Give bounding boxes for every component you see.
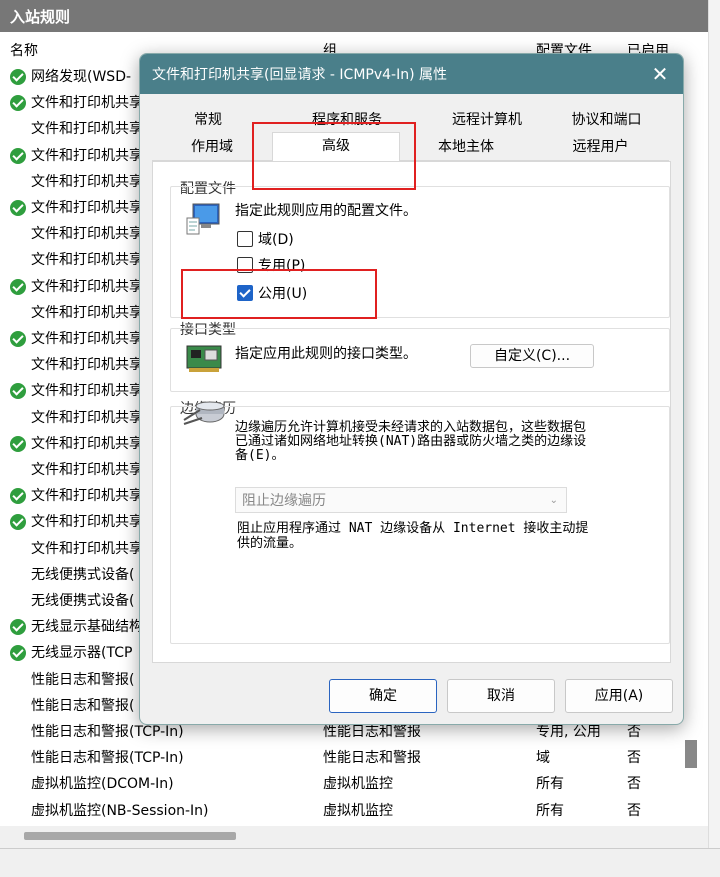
enabled-check-icon bbox=[10, 514, 26, 531]
cell-group: 虚拟机监控 bbox=[323, 776, 393, 793]
tab-protocols-ports[interactable]: 协议和端口 bbox=[544, 107, 669, 134]
table-row[interactable]: 虚拟机监控(DCOM-In) 虚拟机监控 所有 否 bbox=[0, 771, 708, 797]
chevron-down-icon: ⌄ bbox=[549, 495, 558, 506]
inbound-rules-header: 入站规则 bbox=[0, 0, 708, 32]
cell-group: 虚拟机监控 bbox=[323, 802, 393, 819]
cell-name: 文件和打印机共享 bbox=[31, 95, 143, 112]
enabled-check-icon bbox=[10, 435, 26, 452]
edge-traversal-select-value: 阻止边缘遍历 bbox=[242, 493, 326, 509]
horizontal-scrollbar-thumb[interactable] bbox=[24, 832, 236, 840]
cell-name: 文件和打印机共享 bbox=[31, 409, 143, 426]
cell-enabled: 否 bbox=[627, 776, 641, 793]
cell-name: 文件和打印机共享 bbox=[31, 383, 143, 400]
customize-button[interactable]: 自定义(C)... bbox=[470, 344, 594, 368]
enabled-check-icon bbox=[10, 200, 26, 216]
profiles-description: 指定此规则应用的配置文件。 bbox=[235, 203, 417, 219]
cell-name: 文件和打印机共享 bbox=[31, 514, 143, 531]
enabled-check-icon bbox=[10, 331, 26, 347]
cell-name: 文件和打印机共享 bbox=[31, 173, 143, 190]
cell-name: 网络发现(WSD- bbox=[31, 69, 132, 85]
enabled-check-icon bbox=[10, 619, 26, 636]
dialog-title: 文件和打印机共享(回显请求 - ICMPv4-In) 属性 bbox=[140, 54, 683, 94]
table-row[interactable]: 虚拟机监控(NB-Session-In) 虚拟机监控 所有 否 bbox=[0, 798, 708, 824]
cell-group: 性能日志和警报 bbox=[323, 750, 421, 767]
cell-name: 性能日志和警报( bbox=[31, 697, 135, 714]
enabled-check-icon bbox=[10, 278, 26, 295]
tab-remote-computers[interactable]: 远程计算机 bbox=[430, 107, 544, 134]
computer-icon bbox=[185, 200, 223, 238]
cell-profile: 所有 bbox=[536, 802, 564, 819]
highlight-advanced-tab bbox=[252, 122, 416, 190]
domain-checkbox[interactable] bbox=[237, 231, 253, 247]
cell-name: 文件和打印机共享 bbox=[31, 304, 143, 321]
cell-name: 无线便携式设备( bbox=[31, 566, 135, 583]
cell-profile: 域 bbox=[536, 750, 550, 767]
cell-name: 无线便携式设备( bbox=[31, 593, 135, 609]
edge-device-icon bbox=[182, 398, 226, 430]
close-icon[interactable]: ✕ bbox=[645, 60, 675, 88]
cell-name: 文件和打印机共享 bbox=[31, 331, 143, 347]
domain-checkbox-label[interactable]: 域(D) bbox=[258, 229, 294, 249]
cell-name: 文件和打印机共享 bbox=[31, 278, 143, 295]
edge-note: 阻止应用程序通过 NAT 边缘设备从 Internet 接收主动提供的流量。 bbox=[237, 521, 589, 551]
column-header-name[interactable]: 名称 bbox=[10, 40, 38, 60]
cell-enabled: 否 bbox=[627, 802, 641, 819]
highlight-public-checkbox bbox=[181, 269, 377, 319]
enabled-check-icon bbox=[10, 488, 26, 505]
cell-name: 虚拟机监控(NB-Session-In) bbox=[31, 802, 209, 819]
cell-name: 文件和打印机共享 bbox=[31, 540, 143, 557]
cell-name: 无线显示器(TCP bbox=[31, 645, 133, 662]
cell-name: 文件和打印机共享 bbox=[31, 200, 143, 216]
enabled-check-icon bbox=[10, 645, 26, 662]
enabled-check-icon bbox=[10, 95, 26, 112]
enabled-check-icon bbox=[10, 147, 26, 164]
cell-name: 无线显示基础结构 bbox=[31, 619, 143, 636]
edge-traversal-select[interactable]: 阻止边缘遍历 ⌄ bbox=[235, 487, 567, 513]
cell-profile: 所有 bbox=[536, 776, 564, 793]
cell-name: 虚拟机监控(DCOM-In) bbox=[31, 776, 174, 793]
cell-enabled: 否 bbox=[627, 750, 641, 767]
cell-name: 文件和打印机共享 bbox=[31, 147, 143, 164]
tab-remote-users[interactable]: 远程用户 bbox=[532, 134, 669, 161]
cell-name: 文件和打印机共享 bbox=[31, 357, 143, 374]
ok-button[interactable]: 确定 bbox=[329, 679, 437, 713]
cell-name: 文件和打印机共享 bbox=[31, 121, 143, 138]
status-bar bbox=[0, 848, 720, 877]
cancel-button[interactable]: 取消 bbox=[447, 679, 555, 713]
cell-name: 文件和打印机共享 bbox=[31, 462, 143, 478]
cell-name: 性能日志和警报(TCP-In) bbox=[31, 750, 184, 767]
tab-local-principals[interactable]: 本地主体 bbox=[400, 134, 532, 161]
apply-button[interactable]: 应用(A) bbox=[565, 679, 673, 713]
cell-name: 文件和打印机共享 bbox=[31, 226, 143, 243]
edge-description: 边缘遍历允许计算机接受未经请求的入站数据包，这些数据包已通过诸如网络地址转换(N… bbox=[235, 420, 587, 463]
enabled-check-icon bbox=[10, 383, 26, 400]
tab-general[interactable]: 常规 bbox=[152, 107, 264, 134]
cell-name: 文件和打印机共享 bbox=[31, 488, 143, 505]
cell-name: 文件和打印机共享 bbox=[31, 252, 143, 269]
network-card-icon bbox=[185, 340, 225, 376]
actions-pane-edge bbox=[708, 0, 720, 850]
enabled-check-icon bbox=[10, 69, 26, 85]
vertical-scrollbar-thumb[interactable] bbox=[685, 740, 697, 768]
cell-name: 性能日志和警报( bbox=[31, 671, 135, 688]
table-row[interactable]: 性能日志和警报(TCP-In) 性能日志和警报 域 否 bbox=[0, 745, 708, 771]
cell-name: 文件和打印机共享 bbox=[31, 435, 143, 452]
interface-description: 指定应用此规则的接口类型。 bbox=[235, 346, 417, 362]
